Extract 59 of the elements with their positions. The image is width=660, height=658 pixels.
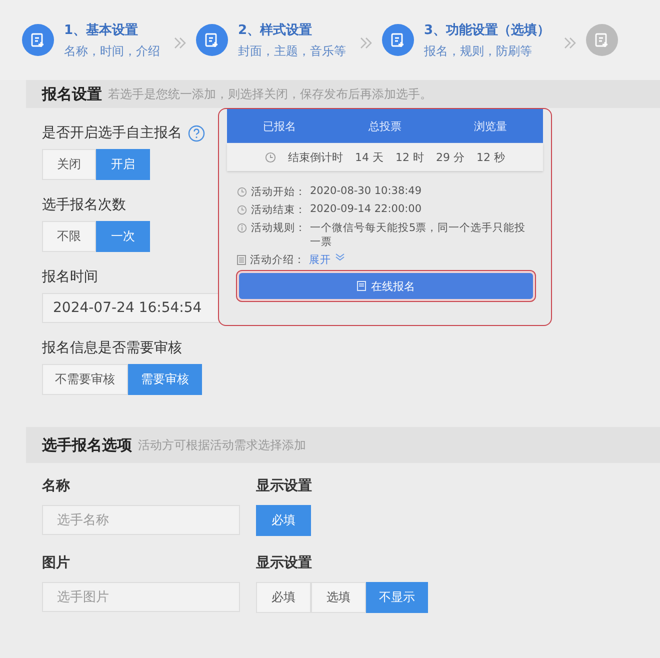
chevron-icon — [564, 37, 576, 49]
section-title: 报名设置 — [42, 84, 102, 104]
field-label: 名称 — [42, 477, 71, 495]
step-subtitle: 报名，规则，防刷等 — [424, 42, 533, 60]
stat-label: 浏览量 — [474, 118, 507, 134]
countdown-value: 14 天 — [355, 150, 384, 164]
stat-label: 已报名 — [263, 118, 296, 134]
toggle-option[interactable]: 必填 — [256, 505, 311, 536]
section-title: 选手报名选项 — [42, 436, 132, 454]
step-subtitle: 封面，主题，音乐等 — [238, 42, 346, 60]
chevron-icon — [360, 37, 372, 49]
clock-icon — [237, 187, 247, 197]
step-subtitle: 名称，时间，介绍 — [64, 42, 160, 60]
step-title: 3、功能设置（选填） — [424, 22, 550, 38]
toggle-option[interactable]: 必填 — [256, 582, 311, 613]
expand-link[interactable]: 展开 — [309, 253, 331, 267]
field-label: 是否开启选手自主报名 — [42, 124, 182, 142]
clock-icon — [265, 152, 276, 162]
input-field[interactable]: 选手名称 — [42, 505, 240, 535]
clock-icon — [237, 205, 247, 215]
info-label: 活动介绍： — [250, 253, 305, 267]
info-label: 活动结束： — [251, 203, 306, 217]
toggle-option[interactable]: 关闭 — [42, 149, 96, 180]
countdown-value: 12 时 — [396, 150, 424, 164]
field-label: 选手报名次数 — [42, 196, 126, 214]
toggle-option[interactable]: 选填 — [311, 582, 366, 613]
toggle-option[interactable]: 开启 — [96, 149, 150, 180]
info-icon — [237, 223, 247, 233]
section-hint: 若选手是您统一添加，则选择关闭，保存发布后再添加选手。 — [108, 86, 432, 102]
signup-button[interactable]: 在线报名 — [237, 271, 535, 301]
document-icon — [237, 255, 246, 265]
stat-label: 总投票 — [368, 118, 402, 134]
countdown-value: 29 分 — [436, 150, 464, 164]
input-field[interactable]: 选手图片 — [42, 582, 240, 612]
toggle-option[interactable]: 不显示 — [366, 582, 428, 613]
date-value: 2024-07-24 16:54:54 — [53, 300, 202, 316]
countdown-value: 12 秒 — [476, 150, 505, 164]
chevron-icon — [174, 37, 186, 49]
info-value: 一个微信号每天能投5票，同一个选手只能投一票 — [310, 221, 527, 249]
document-icon — [357, 281, 366, 291]
toggle-option[interactable]: 不限 — [42, 221, 96, 252]
toggle-option[interactable]: 需要审核 — [128, 364, 202, 395]
step-title: 2、样式设置 — [238, 22, 314, 38]
toggle-option[interactable]: 一次 — [96, 221, 150, 252]
double-chevron-icon — [335, 253, 345, 261]
section-hint: 活动方可根据活动需求选择添加 — [138, 436, 306, 454]
info-label: 活动规则： — [251, 221, 306, 235]
info-label: 活动开始： — [251, 185, 306, 199]
field-label: 显示设置 — [256, 477, 312, 495]
field-label: 图片 — [42, 554, 71, 572]
info-value: 2020-08-30 10:38:49 — [310, 185, 423, 197]
field-label: 报名信息是否需要审核 — [42, 339, 182, 357]
help-icon[interactable] — [188, 124, 205, 142]
toggle-option[interactable]: 不需要审核 — [42, 364, 128, 395]
step-title: 1、基本设置 — [64, 22, 140, 38]
field-label: 显示设置 — [256, 554, 313, 572]
info-value: 2020-09-14 22:00:00 — [310, 203, 423, 215]
field-label: 报名时间 — [42, 268, 98, 286]
countdown-label: 结束倒计时 — [288, 150, 343, 164]
